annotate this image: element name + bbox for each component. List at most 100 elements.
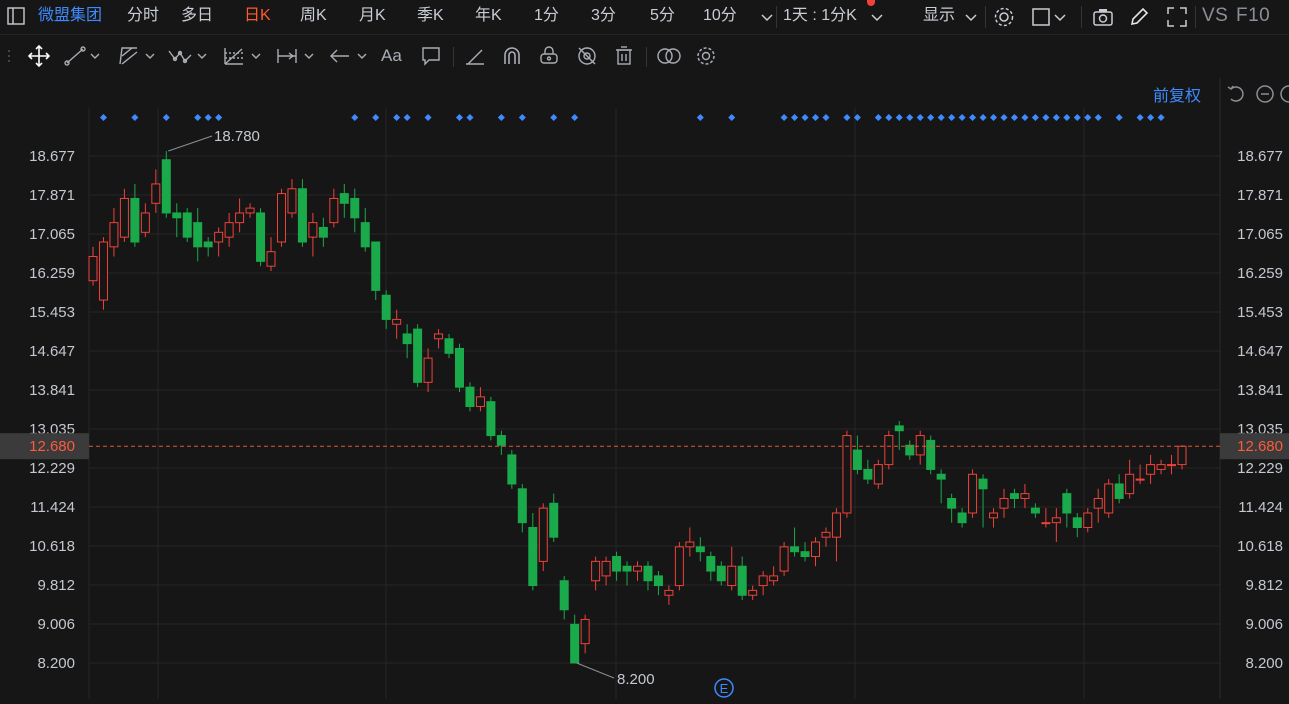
candle-body[interactable] (172, 212, 182, 219)
event-marker-dot[interactable] (162, 113, 170, 122)
candle-body[interactable] (633, 565, 642, 572)
candle-body[interactable] (182, 212, 192, 238)
event-marker-dot[interactable] (571, 113, 579, 122)
candle-body[interactable] (1104, 483, 1114, 514)
candle-body[interactable] (591, 560, 601, 582)
candle-body[interactable] (496, 435, 506, 446)
candle-body[interactable] (1041, 522, 1051, 525)
event-marker-dot[interactable] (791, 113, 799, 122)
chevron-down-icon[interactable] (866, 6, 888, 28)
candle-body[interactable] (936, 473, 946, 480)
candle-body[interactable] (475, 396, 485, 408)
candle-body[interactable] (947, 497, 957, 509)
candle-body[interactable] (811, 541, 821, 558)
event-marker-dot[interactable] (497, 113, 505, 122)
candle-body[interactable] (821, 531, 831, 538)
candle-body[interactable] (748, 589, 758, 596)
fib-icon[interactable] (222, 45, 246, 67)
candle-body[interactable] (570, 623, 580, 664)
settings-icon[interactable] (694, 45, 718, 67)
chevron-down-icon[interactable] (960, 6, 982, 28)
display-menu[interactable]: 显示 (923, 0, 955, 34)
candle-body[interactable] (339, 193, 349, 204)
period-tab[interactable]: 3分 (591, 0, 616, 34)
candle-body[interactable] (538, 507, 548, 562)
candle-body[interactable] (214, 231, 224, 243)
candle-body[interactable] (1062, 493, 1072, 514)
candle-body[interactable] (1125, 473, 1135, 495)
candle-body[interactable] (256, 212, 266, 262)
lock-icon[interactable] (537, 45, 561, 67)
chevron-down-icon[interactable] (756, 6, 778, 28)
eraser-icon[interactable] (463, 45, 487, 67)
candle-body[interactable] (674, 546, 684, 587)
event-marker-dot[interactable] (466, 113, 474, 122)
event-marker-dot[interactable] (215, 113, 223, 122)
chevron-down-icon[interactable] (88, 45, 102, 67)
stock-name[interactable]: 微盟集团 (38, 0, 102, 34)
candle-body[interactable] (622, 565, 632, 572)
candle-body[interactable] (1167, 464, 1177, 467)
event-marker-dot[interactable] (372, 113, 380, 122)
candle-body[interactable] (978, 478, 988, 490)
event-marker-dot[interactable] (979, 113, 987, 122)
event-marker-dot[interactable] (1136, 113, 1144, 122)
chevron-down-icon[interactable] (1052, 6, 1068, 28)
candle-body[interactable] (957, 512, 967, 524)
event-marker-dot[interactable] (948, 113, 956, 122)
candle-body[interactable] (109, 222, 119, 248)
candle-body[interactable] (1146, 464, 1156, 475)
candle-body[interactable] (737, 565, 747, 596)
candle-body[interactable] (119, 197, 129, 238)
chevron-down-icon[interactable] (249, 45, 263, 67)
candle-body[interactable] (1135, 478, 1145, 481)
event-marker-dot[interactable] (728, 113, 736, 122)
candle-body[interactable] (1030, 507, 1040, 514)
line-icon[interactable] (63, 45, 87, 67)
event-marker-dot[interactable] (131, 113, 139, 122)
event-marker-dot[interactable] (550, 113, 558, 122)
candle-body[interactable] (360, 222, 370, 248)
event-marker-dot[interactable] (99, 113, 108, 122)
pencil-icon[interactable] (1128, 6, 1150, 28)
event-marker-dot[interactable] (204, 113, 212, 122)
event-marker-dot[interactable] (937, 113, 945, 122)
vs-button[interactable]: VS (1202, 0, 1228, 34)
period-tab[interactable]: 月K (359, 0, 386, 34)
candle-body[interactable] (1072, 517, 1082, 529)
period-tab[interactable]: 年K (475, 0, 502, 34)
wave-icon[interactable] (168, 45, 192, 67)
candle-body[interactable] (800, 551, 810, 558)
candle-body[interactable] (915, 435, 925, 456)
candle-body[interactable] (968, 473, 978, 514)
candle-body[interactable] (276, 193, 286, 243)
candle-body[interactable] (1020, 493, 1030, 499)
candle-body[interactable] (454, 347, 464, 388)
candle-body[interactable] (507, 454, 517, 485)
candle-body[interactable] (926, 439, 936, 470)
candle-body[interactable] (392, 318, 402, 325)
candle-body[interactable] (664, 589, 674, 596)
candle-body[interactable] (465, 386, 475, 408)
camera-icon[interactable] (1092, 6, 1114, 28)
event-marker-dot[interactable] (393, 113, 401, 122)
candle-body[interactable] (161, 159, 171, 214)
candle-body[interactable] (371, 241, 381, 291)
event-marker-dot[interactable] (801, 113, 809, 122)
candle-body[interactable] (350, 197, 360, 219)
candle-body[interactable] (297, 188, 307, 243)
text-tool[interactable]: Aa (381, 45, 405, 67)
candle-body[interactable] (266, 251, 276, 267)
candle-body[interactable] (402, 333, 412, 345)
square-layout-icon[interactable] (1031, 6, 1053, 28)
candle-body[interactable] (235, 212, 245, 224)
channel-icon[interactable] (117, 45, 141, 67)
candle-body[interactable] (727, 565, 737, 587)
candle-body[interactable] (245, 207, 255, 214)
candle-body[interactable] (643, 565, 653, 582)
candle-body[interactable] (706, 556, 716, 572)
event-marker-dot[interactable] (1094, 113, 1102, 122)
move-icon[interactable] (27, 44, 51, 68)
candle-body[interactable] (1009, 493, 1019, 499)
candle-body[interactable] (130, 197, 140, 243)
